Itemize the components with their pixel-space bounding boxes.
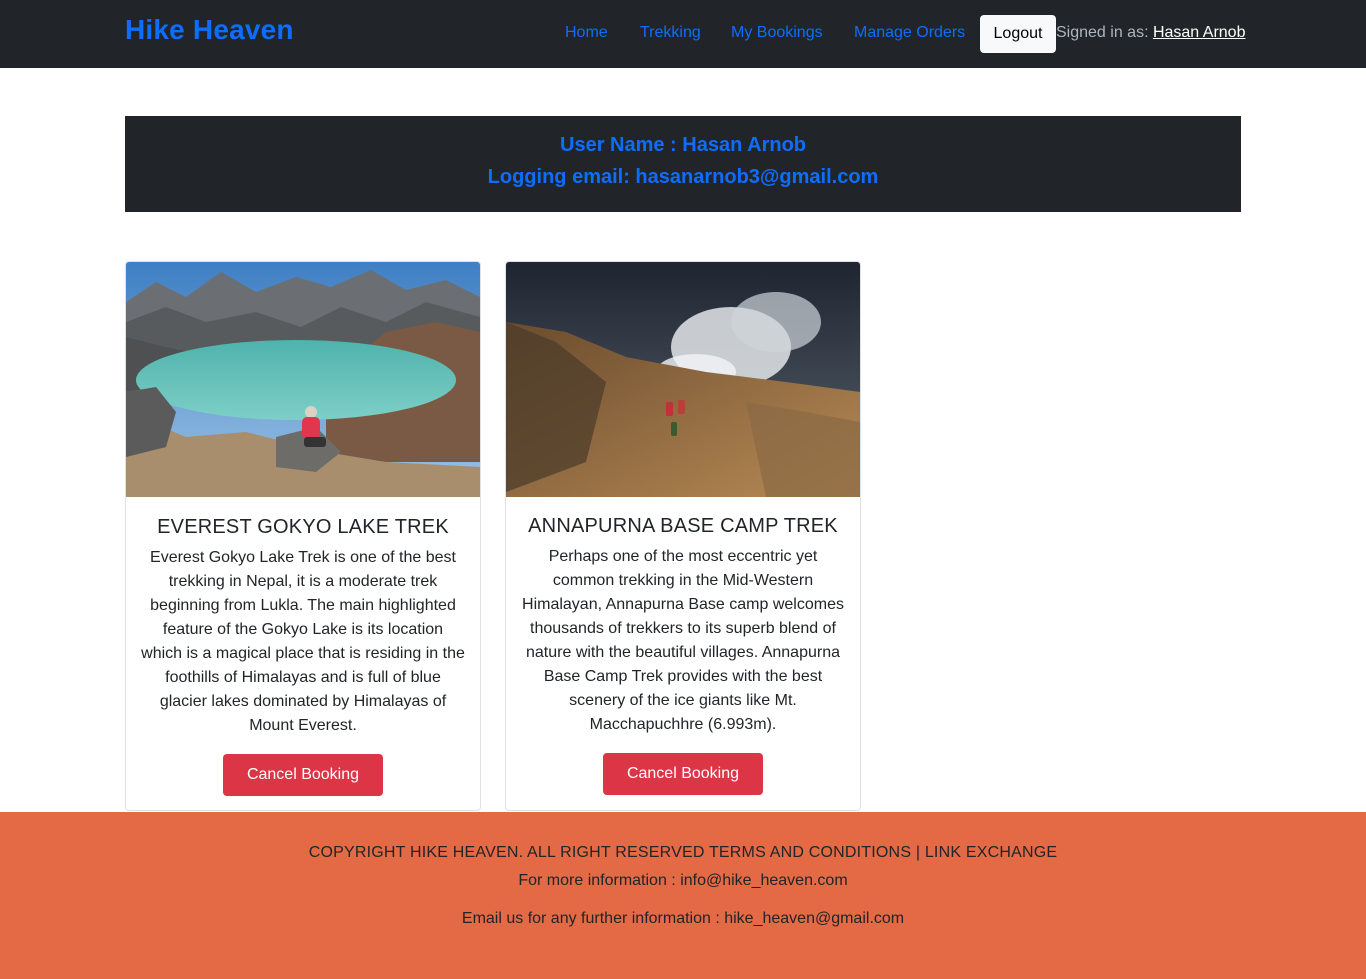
trek-description: Everest Gokyo Lake Trek is one of the be…: [141, 549, 465, 734]
trek-image-gokyo-lake: [126, 262, 480, 497]
top-navbar: Hike Heaven Home Trekking My Bookings Ma…: [0, 0, 1366, 68]
signed-in-prefix: Signed in as:: [1056, 24, 1153, 41]
signed-in-status: Signed in as: Hasan Arnob: [1056, 24, 1245, 42]
trek-title: EVEREST GOKYO LAKE TREK: [157, 516, 449, 538]
footer-copyright: COPYRIGHT HIKE HEAVEN. ALL RIGHT RESERVE…: [308, 844, 1058, 861]
trek-image-annapurna: [506, 262, 860, 497]
signed-in-user-link[interactable]: Hasan Arnob: [1153, 24, 1246, 41]
footer-email-contact: Email us for any further information : h…: [461, 910, 905, 927]
user-email-line: Logging email: hasanarnob3@gmail.com: [487, 166, 879, 188]
site-footer: COPYRIGHT HIKE HEAVEN. ALL RIGHT RESERVE…: [0, 812, 1366, 979]
nav-link-home[interactable]: Home: [565, 24, 608, 42]
trek-title: ANNAPURNA BASE CAMP TREK: [528, 515, 838, 537]
nav-link-my-bookings[interactable]: My Bookings: [731, 24, 823, 42]
booking-card: EVEREST GOKYO LAKE TREK Everest Gokyo La…: [125, 261, 481, 811]
nav-link-trekking[interactable]: Trekking: [640, 24, 701, 42]
logout-button[interactable]: Logout: [980, 15, 1056, 53]
footer-info-contact: For more information : info@hike_heaven.…: [518, 872, 848, 889]
cancel-booking-button[interactable]: Cancel Booking: [603, 753, 763, 795]
cancel-booking-button[interactable]: Cancel Booking: [223, 754, 383, 796]
nav-link-manage-orders[interactable]: Manage Orders: [854, 24, 965, 42]
booking-card: ANNAPURNA BASE CAMP TREK Perhaps one of …: [505, 261, 861, 811]
user-info-banner: User Name : Hasan Arnob Logging email: h…: [125, 116, 1241, 212]
user-name-line: User Name : Hasan Arnob: [560, 134, 806, 156]
trek-description: Perhaps one of the most eccentric yet co…: [522, 548, 844, 733]
